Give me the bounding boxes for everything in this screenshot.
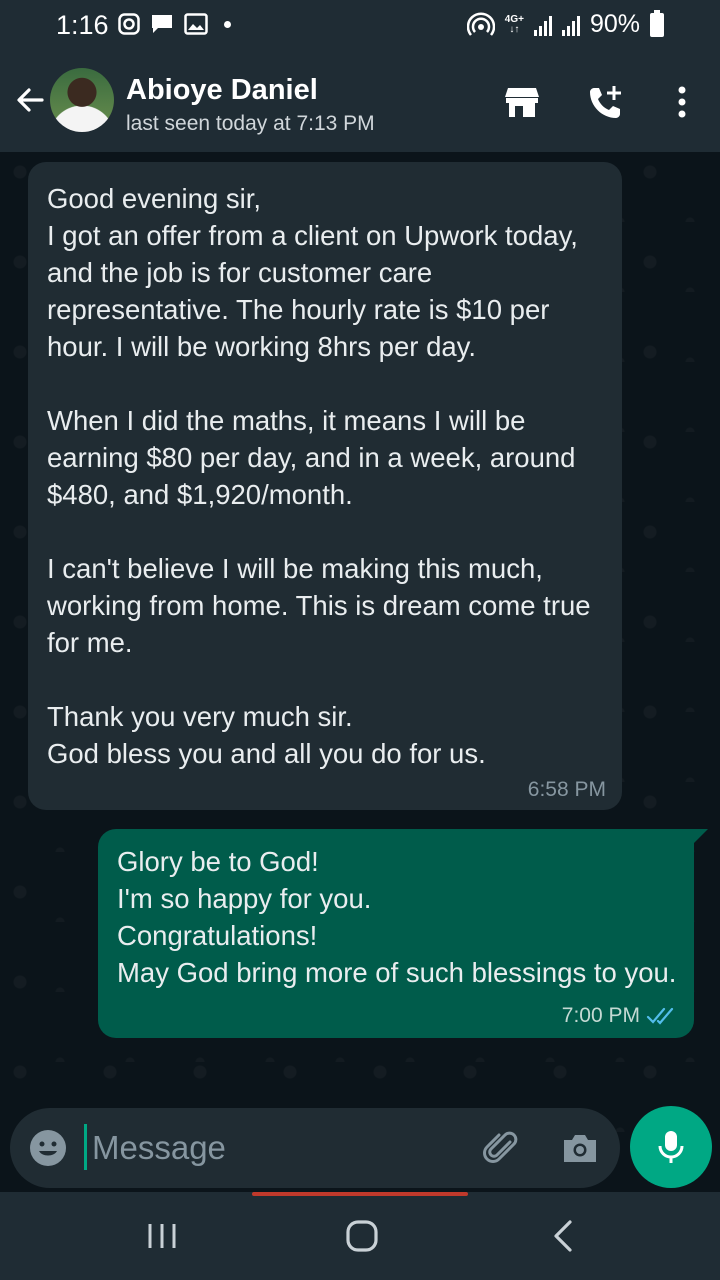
message-input[interactable] [92, 1118, 472, 1178]
chat-notification-icon [152, 15, 172, 33]
arrow-left-icon[interactable] [12, 82, 48, 118]
status-bar: 1:16 4G+ ↓↑ 90% [0, 0, 720, 52]
message-meta: 7:00 PM [562, 1004, 676, 1028]
network-type: 4G+ ↓↑ [504, 13, 524, 35]
recents-icon[interactable] [138, 1212, 186, 1260]
status-time: 1:16 [56, 10, 109, 40]
system-nav-bar [0, 1192, 720, 1280]
emoji-icon[interactable] [28, 1128, 68, 1168]
signal-icon-2 [561, 14, 580, 36]
network-label: 4G+ [504, 13, 524, 25]
instagram-icon [118, 13, 140, 35]
home-icon[interactable] [338, 1212, 386, 1260]
message-time: 6:58 PM [527, 778, 606, 801]
voice-record-button[interactable] [630, 1106, 712, 1188]
microphone-icon [658, 1131, 684, 1163]
more-vertical-icon[interactable] [660, 80, 704, 124]
hotspot-icon [466, 11, 495, 36]
storefront-icon[interactable] [500, 80, 544, 124]
more-notifications-dot [224, 20, 231, 28]
battery-icon [650, 9, 664, 37]
outgoing-message[interactable]: Glory be to God! I'm so happy for you. C… [98, 829, 708, 1038]
message-time: 7:00 PM [561, 1004, 640, 1027]
chat-header: Abioye Daniel last seen today at 7:13 PM [0, 52, 720, 152]
nav-back-icon[interactable] [540, 1212, 588, 1260]
message-text: Glory be to God! I'm so happy for you. C… [117, 846, 677, 988]
battery-percent: 90% [589, 10, 640, 38]
incoming-message[interactable]: Good evening sir, I got an offer from a … [28, 162, 622, 810]
signal-icon-1 [533, 14, 552, 36]
contact-name[interactable]: Abioye Daniel [126, 74, 318, 107]
notification-icons [118, 13, 231, 35]
nav-indicator [252, 1192, 468, 1196]
camera-icon[interactable] [558, 1126, 602, 1170]
gallery-notification-icon [184, 13, 208, 35]
paperclip-icon[interactable] [480, 1126, 524, 1170]
add-call-icon[interactable] [584, 80, 628, 124]
chat-area[interactable]: Good evening sir, I got an offer from a … [0, 152, 720, 1192]
status-right: 4G+ ↓↑ 90% [466, 9, 664, 39]
last-seen: last seen today at 7:13 PM [126, 112, 375, 135]
avatar[interactable] [50, 68, 114, 132]
double-check-read-icon [646, 1007, 674, 1025]
message-text: Good evening sir, I got an offer from a … [47, 183, 591, 769]
text-cursor [84, 1124, 87, 1170]
composer [10, 1108, 620, 1188]
